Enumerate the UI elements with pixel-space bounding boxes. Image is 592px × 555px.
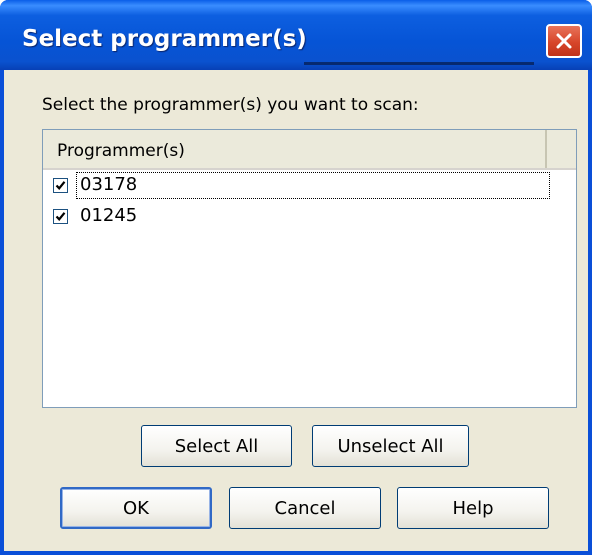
column-header-programmers[interactable]: Programmer(s) (43, 130, 547, 168)
close-button[interactable] (546, 24, 582, 58)
item-label: 01245 (80, 205, 138, 226)
title-bar[interactable]: Select programmer(s) (0, 0, 592, 70)
item-checkbox[interactable] (53, 209, 68, 224)
ok-button[interactable]: OK (60, 487, 212, 529)
select-all-label: Select All (174, 435, 259, 457)
focus-rectangle (76, 172, 550, 199)
help-label: Help (452, 497, 494, 519)
programmer-list[interactable]: Programmer(s) 03178 01245 (42, 129, 577, 408)
checkmark-icon (55, 181, 66, 190)
help-button[interactable]: Help (397, 487, 549, 529)
close-icon (556, 33, 572, 49)
select-all-button[interactable]: Select All (141, 425, 292, 467)
scan-prompt-label: Select the programmer(s) you want to sca… (42, 95, 419, 115)
list-item[interactable]: 03178 (45, 172, 550, 200)
column-header-label: Programmer(s) (57, 141, 185, 161)
dialog-window: Select programmer(s) Select the programm… (0, 0, 592, 555)
cancel-button[interactable]: Cancel (229, 487, 381, 529)
list-header: Programmer(s) (43, 130, 576, 170)
cancel-label: Cancel (274, 497, 336, 519)
unselect-all-button[interactable]: Unselect All (312, 425, 469, 467)
unselect-all-label: Unselect All (337, 435, 444, 457)
ok-label: OK (123, 497, 149, 519)
window-title: Select programmer(s) (22, 26, 307, 52)
title-bar-divider (304, 62, 534, 65)
item-checkbox[interactable] (53, 178, 68, 193)
list-item[interactable]: 01245 (45, 203, 548, 231)
checkmark-icon (55, 212, 66, 221)
item-label: 03178 (80, 174, 138, 195)
